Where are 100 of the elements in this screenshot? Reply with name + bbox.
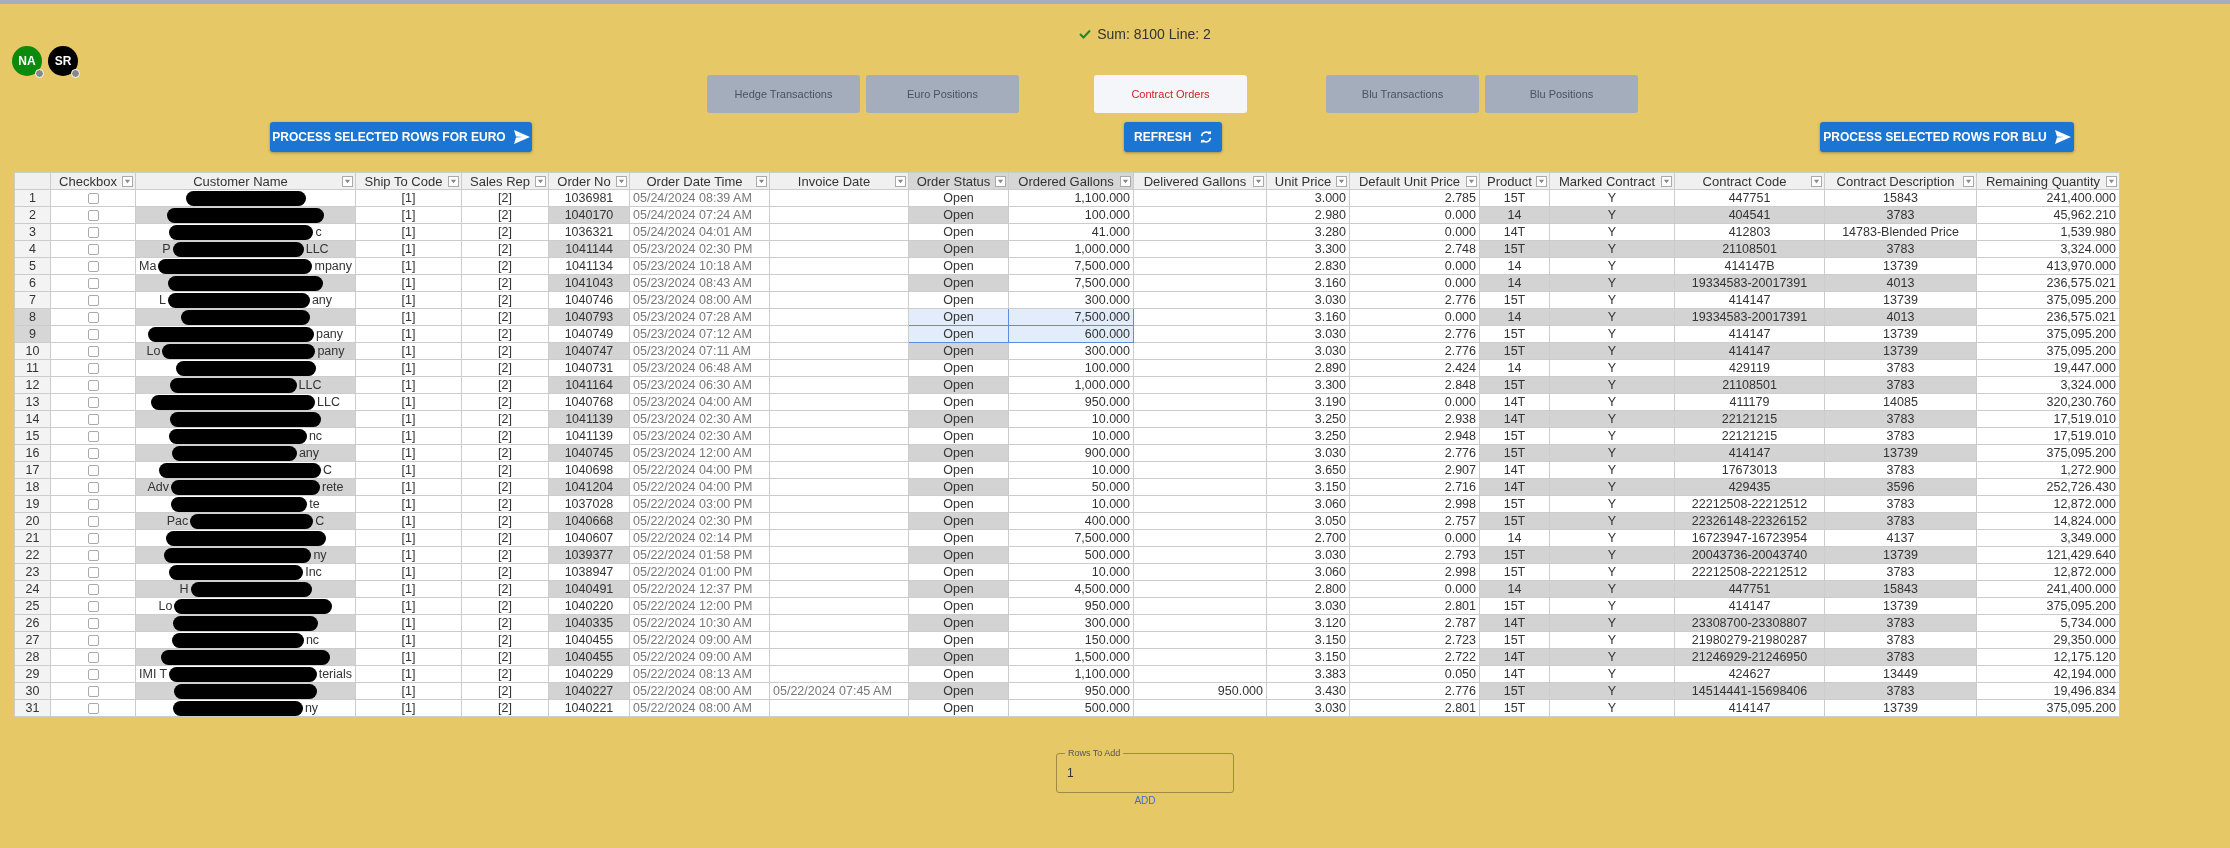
action-button[interactable]: PROCESS SELECTED ROWS FOR BLU [1820, 122, 2074, 152]
column-header[interactable]: Invoice Date [769, 172, 909, 190]
column-header[interactable]: Ordered Gallons [1008, 172, 1134, 190]
row-checkbox[interactable] [87, 583, 99, 595]
row-checkbox[interactable] [87, 413, 99, 425]
filter-icon[interactable] [1536, 176, 1547, 187]
filter-icon[interactable] [2106, 176, 2117, 187]
row-checkbox[interactable] [87, 515, 99, 527]
row-checkbox[interactable] [87, 549, 99, 561]
row-checkbox[interactable] [87, 260, 99, 272]
table-cell: Lo [146, 343, 161, 359]
table-cell: LLC [317, 394, 340, 410]
filter-icon[interactable] [995, 176, 1006, 187]
table-cell: Lo [158, 598, 173, 614]
tab[interactable]: Blu Positions [1485, 75, 1638, 113]
column-header[interactable]: Marked Contract [1549, 172, 1675, 190]
table-cell: terials [318, 666, 352, 682]
column-header[interactable]: Product [1479, 172, 1550, 190]
column-header[interactable]: Unit Price [1266, 172, 1350, 190]
row-checkbox[interactable] [87, 702, 99, 714]
column-header[interactable]: Order Status [908, 172, 1009, 190]
table-cell: rete [322, 479, 344, 495]
table-cell: ny [313, 547, 327, 563]
table-cell: Adv [147, 479, 169, 495]
table-cell: C [323, 462, 332, 478]
filter-icon[interactable] [122, 176, 133, 187]
row-checkbox[interactable] [87, 396, 99, 408]
table-cell: pany [315, 326, 344, 342]
table-cell: LLC [298, 377, 322, 393]
tab[interactable]: Contract Orders [1094, 75, 1247, 113]
table-cell: LLC [305, 241, 329, 257]
filter-icon[interactable] [616, 176, 627, 187]
column-header[interactable]: Contract Code [1674, 172, 1825, 190]
table-cell: Pac [166, 513, 189, 529]
row-checkbox[interactable] [87, 277, 99, 289]
action-button[interactable]: REFRESH [1124, 122, 1222, 152]
row-checkbox[interactable] [87, 430, 99, 442]
row-checkbox[interactable] [87, 328, 99, 340]
row-checkbox[interactable] [87, 481, 99, 493]
row-checkbox[interactable] [87, 311, 99, 323]
filter-icon[interactable] [756, 176, 767, 187]
filter-icon[interactable] [342, 176, 353, 187]
row-checkbox[interactable] [87, 226, 99, 238]
filter-icon[interactable] [895, 176, 906, 187]
column-header[interactable]: Order No [548, 172, 630, 190]
filter-icon[interactable] [1661, 176, 1672, 187]
user-avatar[interactable]: NA [12, 46, 42, 76]
column-header[interactable]: Remaining Quantity [1976, 172, 2120, 190]
check-icon [1079, 28, 1092, 39]
row-checkbox[interactable] [87, 532, 99, 544]
table-cell: pany [317, 343, 345, 359]
action-button[interactable]: PROCESS SELECTED ROWS FOR EURO [270, 122, 532, 152]
tab[interactable]: Euro Positions [866, 75, 1019, 113]
row-checkbox[interactable] [87, 498, 99, 510]
row-checkbox[interactable] [87, 209, 99, 221]
field-label: Rows To Add [1065, 748, 1124, 758]
filter-icon[interactable] [1253, 176, 1264, 187]
filter-icon[interactable] [1120, 176, 1131, 187]
filter-icon[interactable] [1963, 176, 1974, 187]
row-checkbox[interactable] [87, 294, 99, 306]
filter-icon[interactable] [448, 176, 459, 187]
column-header[interactable]: Ship To Code [355, 172, 462, 190]
tab[interactable]: Hedge Transactions [707, 75, 860, 113]
table-cell: any [311, 292, 333, 308]
table-cell: H [179, 581, 189, 597]
column-header[interactable]: Customer Name [135, 172, 356, 190]
row-checkbox[interactable] [87, 685, 99, 697]
filter-icon[interactable] [1336, 176, 1347, 187]
table-cell: nc [305, 632, 320, 648]
row-checkbox[interactable] [87, 362, 99, 374]
column-header[interactable]: Contract Description [1824, 172, 1977, 190]
column-header[interactable]: Delivered Gallons [1133, 172, 1267, 190]
row-checkbox[interactable] [87, 634, 99, 646]
row-checkbox[interactable] [87, 345, 99, 357]
column-header[interactable]: Checkbox [50, 172, 136, 190]
filter-icon[interactable] [1811, 176, 1822, 187]
column-header[interactable]: Default Unit Price [1349, 172, 1480, 190]
row-checkbox[interactable] [87, 651, 99, 663]
column-header[interactable]: Sales Rep [461, 172, 549, 190]
row-checkbox[interactable] [87, 447, 99, 459]
table-cell: L [158, 292, 166, 308]
filter-icon[interactable] [1466, 176, 1477, 187]
row-checkbox[interactable] [87, 617, 99, 629]
row-checkbox[interactable] [87, 192, 99, 204]
summary-text: Sum: 8100 Line: 2 [1097, 25, 1211, 42]
row-checkbox[interactable] [87, 243, 99, 255]
send-icon [513, 130, 530, 144]
table-cell: IMI T [139, 666, 168, 682]
table-cell: c [315, 224, 322, 240]
row-checkbox[interactable] [87, 566, 99, 578]
row-checkbox[interactable] [87, 600, 99, 612]
column-header[interactable]: Order Date Time [629, 172, 770, 190]
row-checkbox[interactable] [87, 668, 99, 680]
user-avatar[interactable]: SR [48, 46, 78, 76]
refresh-icon [1199, 130, 1214, 144]
filter-icon[interactable] [535, 176, 546, 187]
table-cell: ny [304, 700, 319, 716]
tab[interactable]: Blu Transactions [1326, 75, 1479, 113]
row-checkbox[interactable] [87, 464, 99, 476]
row-checkbox[interactable] [87, 379, 99, 391]
